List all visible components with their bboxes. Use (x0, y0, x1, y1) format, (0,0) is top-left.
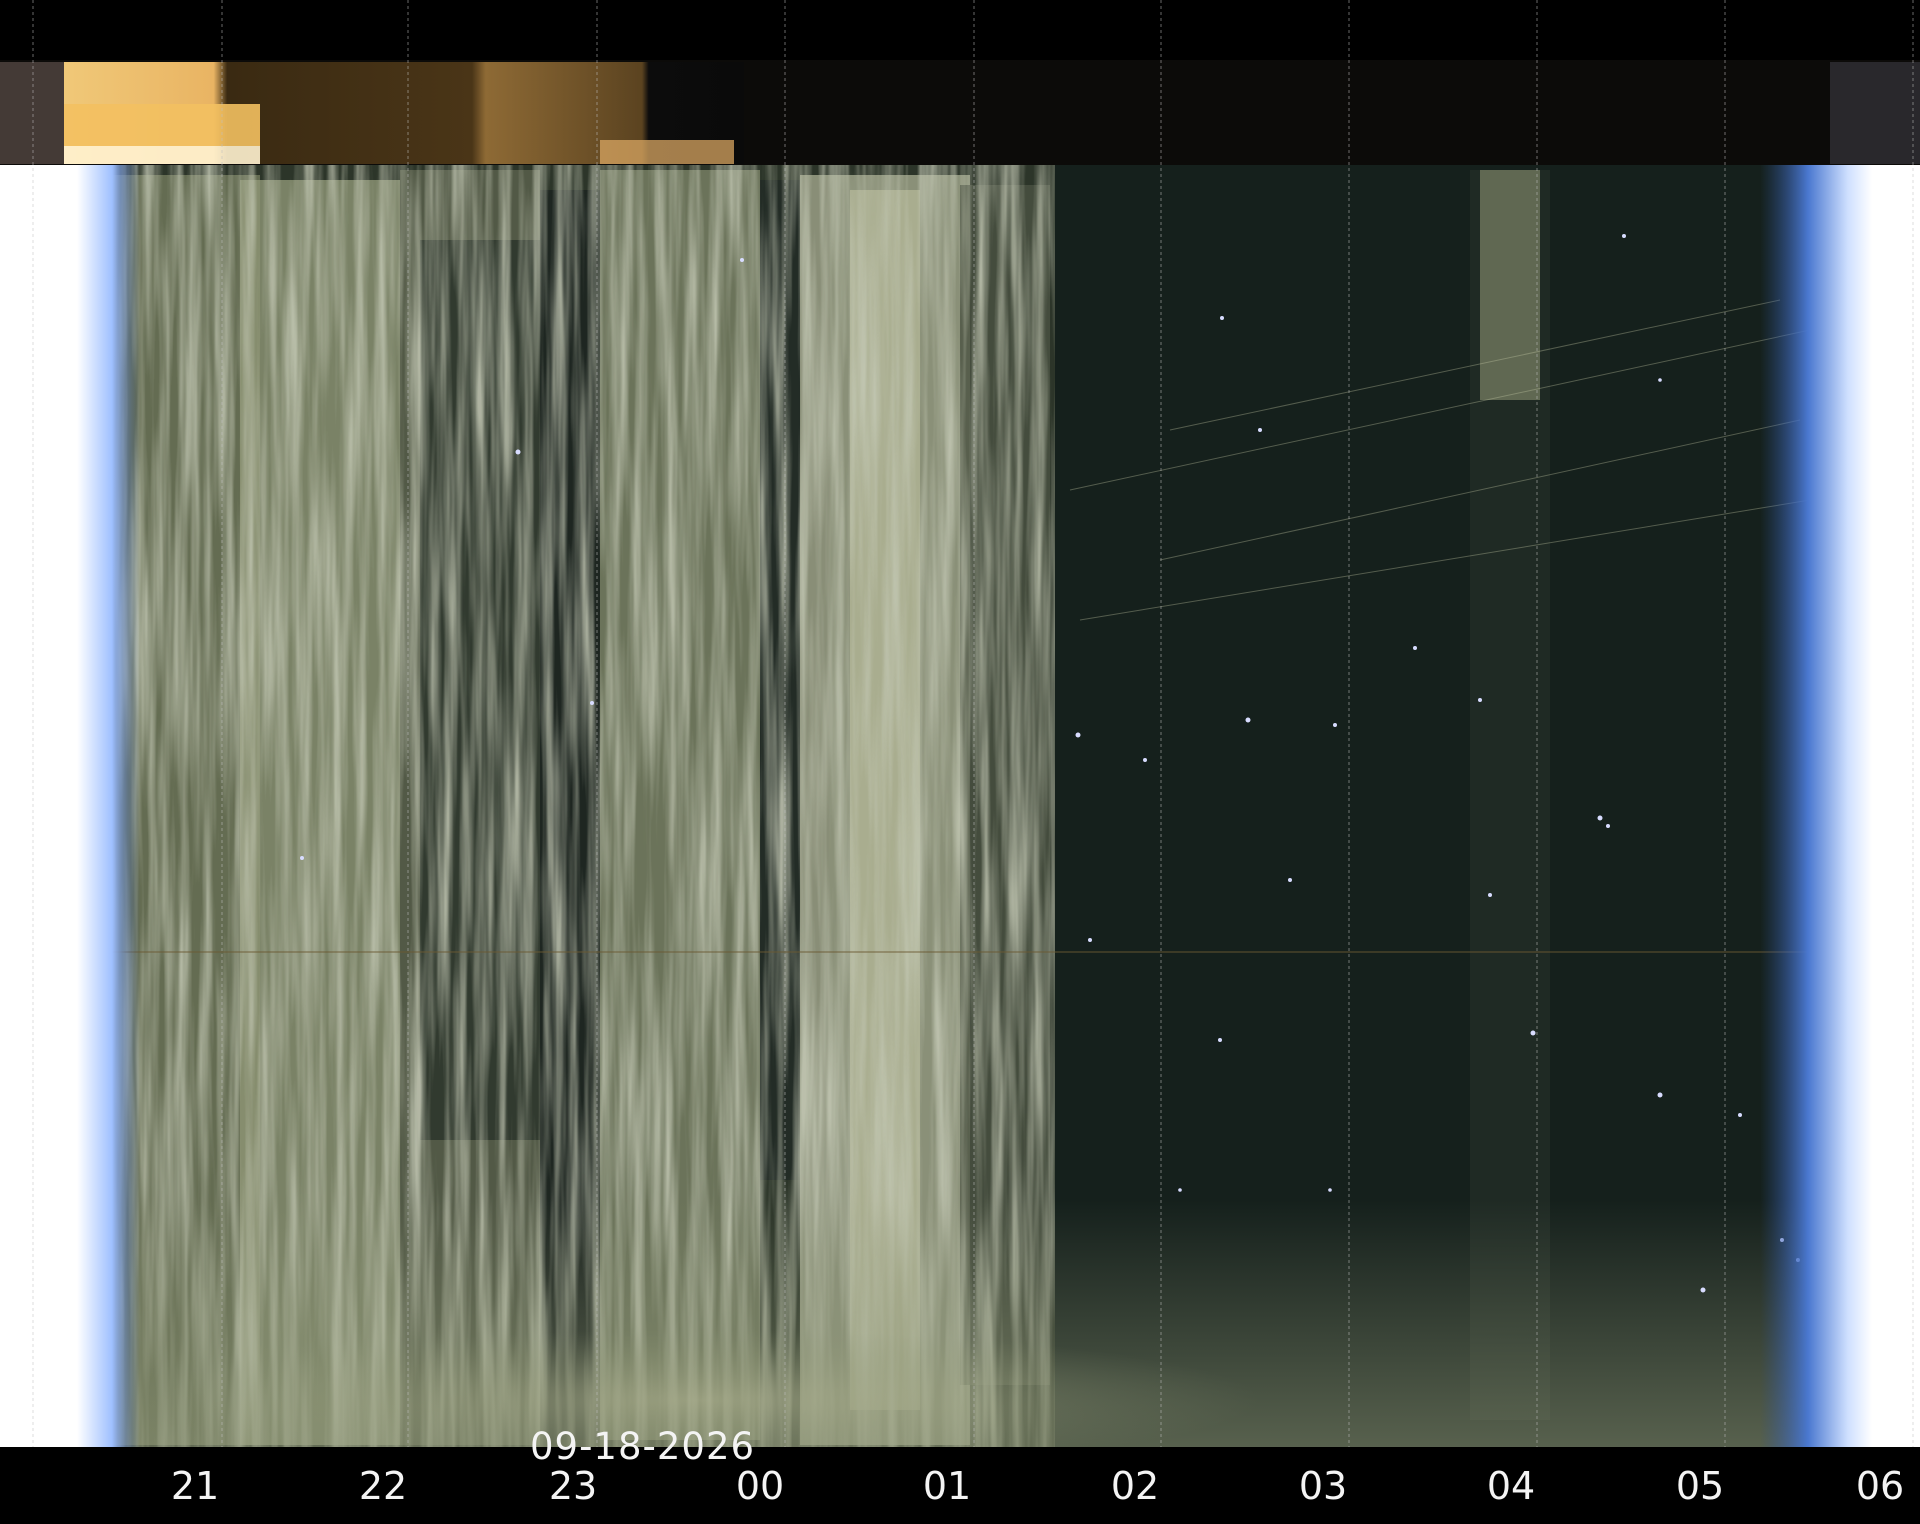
hour-label-05: 05 (1675, 1464, 1725, 1508)
keogram-canvas (0, 0, 1920, 1524)
hour-label-00: 00 (735, 1464, 785, 1508)
hour-label-22: 22 (358, 1464, 408, 1508)
date-label: 09-18-2026 (530, 1425, 756, 1468)
hour-label-06: 06 (1855, 1464, 1905, 1508)
hour-label-02: 02 (1110, 1464, 1160, 1508)
hour-label-04: 04 (1486, 1464, 1536, 1508)
dawn-edge (1760, 160, 1920, 1450)
hour-label-01: 01 (922, 1464, 972, 1508)
hour-label-03: 03 (1298, 1464, 1348, 1508)
hour-label-23: 23 (548, 1464, 598, 1508)
hour-label-21: 21 (170, 1464, 220, 1508)
dusk-edge (0, 160, 140, 1450)
keogram-image: 09-18-2026 21 22 23 00 01 02 03 04 05 06 (0, 0, 1920, 1524)
